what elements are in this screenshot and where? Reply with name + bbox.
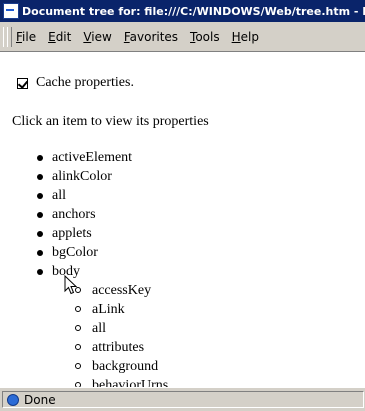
tree-item-activeElement[interactable]: activeElement bbox=[0, 148, 132, 167]
document-content: Cache properties. Click an item to view … bbox=[0, 52, 365, 387]
tree-item-alinkColor[interactable]: alinkColor bbox=[0, 167, 132, 186]
ie-globe-icon bbox=[7, 393, 19, 406]
status-text: Done bbox=[24, 392, 56, 407]
tree-item-applets[interactable]: applets bbox=[0, 224, 132, 243]
cache-properties-checkbox[interactable] bbox=[17, 77, 28, 89]
menu-help[interactable]: Help bbox=[232, 30, 259, 44]
cache-properties-option[interactable]: Cache properties. bbox=[17, 75, 134, 91]
title-bar: Document tree for: file:///C:/WINDOWS/We… bbox=[0, 0, 365, 22]
tree-item-anchors[interactable]: anchors bbox=[0, 205, 132, 224]
mouse-pointer-icon bbox=[64, 275, 78, 295]
subtree-item-behaviorUrns[interactable]: behaviorUrns bbox=[0, 376, 168, 387]
body-subtree: accessKey aLink all attributes backgroun… bbox=[0, 281, 168, 387]
tree-item-bgColor[interactable]: bgColor bbox=[0, 243, 132, 262]
menu-edit[interactable]: Edit bbox=[48, 30, 71, 44]
subtree-item-background[interactable]: background bbox=[0, 357, 168, 376]
menu-file[interactable]: File bbox=[16, 30, 36, 44]
cache-properties-label[interactable]: Cache properties. bbox=[36, 75, 134, 91]
window-title: Document tree for: file:///C:/WINDOWS/We… bbox=[22, 4, 365, 18]
property-tree: activeElement alinkColor all anchors app… bbox=[0, 148, 132, 281]
subtree-item-attributes[interactable]: attributes bbox=[0, 338, 168, 357]
subtree-item-all[interactable]: all bbox=[0, 319, 168, 338]
status-bar: Done bbox=[0, 387, 365, 411]
subtree-item-aLink[interactable]: aLink bbox=[0, 300, 168, 319]
toolbar-grip-2[interactable] bbox=[7, 27, 12, 47]
instruction-text: Click an item to view its properties bbox=[12, 114, 209, 129]
menu-bar: File Edit View Favorites Tools Help bbox=[0, 22, 365, 52]
subtree-item-accessKey[interactable]: accessKey bbox=[0, 281, 168, 300]
menu-favorites[interactable]: Favorites bbox=[124, 30, 178, 44]
tree-item-all[interactable]: all bbox=[0, 186, 132, 205]
menu-view[interactable]: View bbox=[83, 30, 111, 44]
ie-page-icon bbox=[3, 3, 19, 19]
status-pane: Done bbox=[2, 391, 364, 408]
menu-tools[interactable]: Tools bbox=[190, 30, 220, 44]
